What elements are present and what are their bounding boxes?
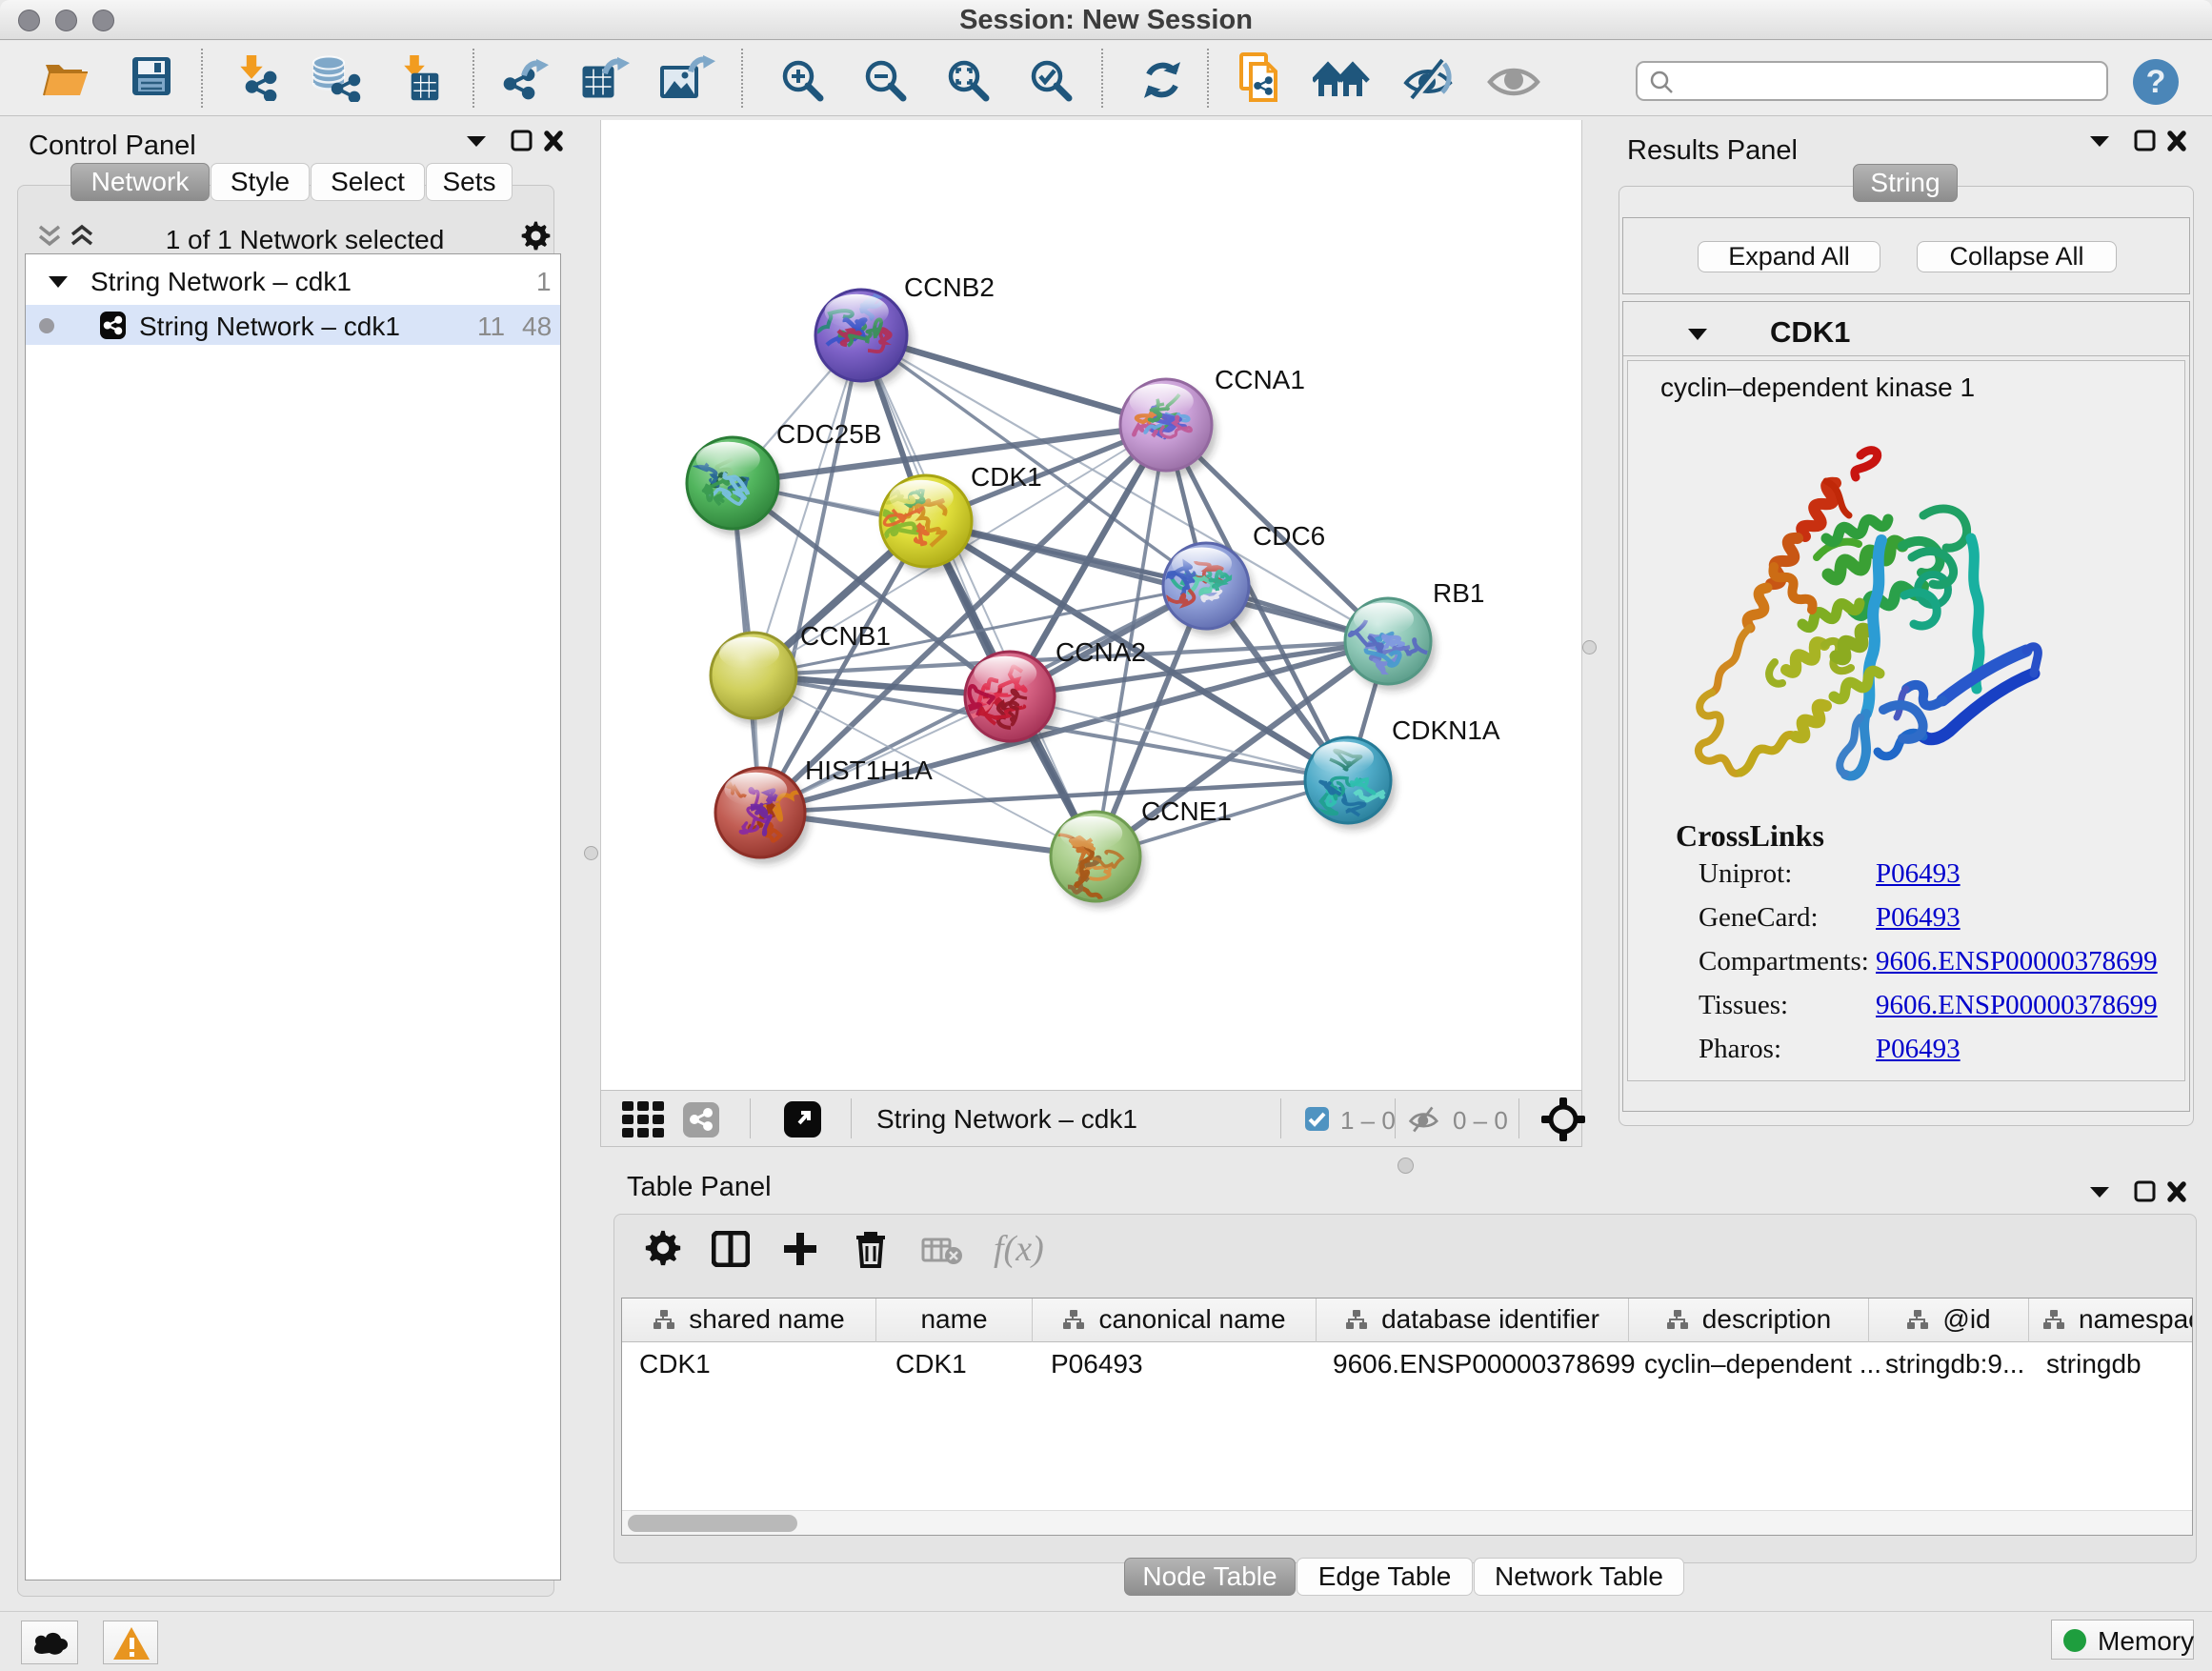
svg-text:CDK1: CDK1 — [971, 462, 1042, 492]
svg-text:?: ? — [2146, 64, 2166, 100]
svg-text:CCNA1: CCNA1 — [1215, 365, 1305, 394]
svg-text:HIST1H1A: HIST1H1A — [805, 755, 933, 785]
svg-text:CCNB2: CCNB2 — [904, 272, 995, 302]
svg-text:CDC6: CDC6 — [1253, 521, 1325, 551]
svg-text:CCNA2: CCNA2 — [1056, 637, 1146, 667]
svg-text:CDC25B: CDC25B — [776, 419, 881, 449]
svg-text:CCNB1: CCNB1 — [800, 621, 891, 651]
svg-text:CCNE1: CCNE1 — [1141, 796, 1232, 826]
svg-text:RB1: RB1 — [1433, 578, 1484, 608]
svg-text:CDKN1A: CDKN1A — [1392, 715, 1500, 745]
